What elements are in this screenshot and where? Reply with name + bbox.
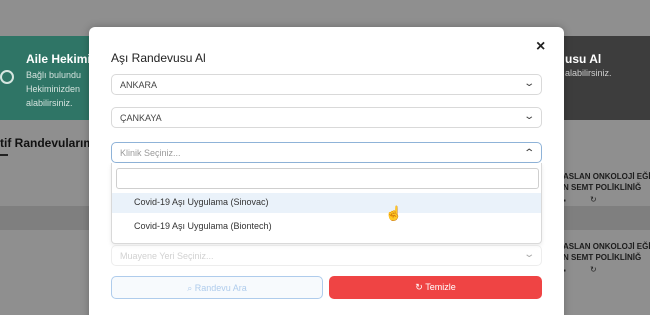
- row-2-hospital: ASLAN ONKOLOJİ EĞİTİ: [563, 242, 650, 251]
- clinic-select[interactable]: Klinik Seçiniz... ⌃: [111, 142, 542, 163]
- clinic-option-biontech[interactable]: Covid-19 Aşı Uygulama (Biontech): [112, 217, 541, 237]
- clear-button-label: Temizle: [425, 282, 456, 292]
- search-button-label: Randevu Ara: [194, 283, 247, 293]
- vaccine-appointment-modal: Aşı Randevusu Al × ANKARA ⌄ ÇANKAYA ⌄ Kl…: [89, 27, 564, 315]
- chevron-down-icon: ⌄: [522, 249, 535, 260]
- clinic-dropdown: Covid-19 Aşı Uygulama (Sinovac) Covid-19…: [111, 163, 542, 244]
- province-value: ANKARA: [120, 80, 158, 90]
- vaccine-card-text: alabilirsiniz.: [565, 68, 612, 78]
- modal-title: Aşı Randevusu Al: [111, 51, 206, 65]
- location-placeholder: Muayene Yeri Seçiniz...: [120, 251, 214, 261]
- search-icon: ⌕: [187, 283, 193, 293]
- chevron-up-icon: ⌃: [522, 148, 535, 159]
- district-value: ÇANKAYA: [120, 113, 162, 123]
- vaccine-card-title: usu Al: [565, 52, 602, 66]
- location-select[interactable]: Muayene Yeri Seçiniz... ⌄: [111, 245, 542, 266]
- doctor-icon: [0, 70, 14, 84]
- row-1-hospital: ASLAN ONKOLOJİ EĞİTİ: [563, 172, 650, 181]
- clinic-search-input[interactable]: [116, 168, 539, 189]
- family-doctor-text: Bağlı bulundu Hekiminizden alabilirsiniz…: [26, 70, 82, 108]
- pointer-cursor-icon: ☝: [385, 205, 403, 221]
- family-doctor-title: Aile Hekimi: [26, 52, 91, 66]
- row-2-icon: ↻: [590, 265, 597, 274]
- row-2-clinic: N SEMT POLİKLİNİĞ: [563, 253, 642, 262]
- province-select[interactable]: ANKARA ⌄: [111, 74, 542, 95]
- clinic-option-sinovac[interactable]: Covid-19 Aşı Uygulama (Sinovac): [112, 193, 541, 213]
- vaccine-appointment-card[interactable]: usu Al alabilirsiniz.: [563, 36, 650, 120]
- chevron-down-icon: ⌄: [522, 111, 535, 122]
- heading-underline: [0, 154, 8, 156]
- close-icon[interactable]: ×: [536, 38, 545, 56]
- clear-button[interactable]: ↻ Temizle: [329, 276, 542, 299]
- refresh-icon: ↻: [415, 282, 423, 292]
- row-1-icon: ↻: [590, 195, 597, 204]
- family-doctor-card[interactable]: Aile Hekimi Bağlı bulundu Hekiminizden a…: [0, 36, 92, 120]
- search-appointment-button[interactable]: ⌕ Randevu Ara: [111, 276, 323, 299]
- chevron-down-icon: ⌄: [522, 78, 535, 89]
- clinic-placeholder: Klinik Seçiniz...: [120, 148, 181, 158]
- active-appointments-heading: tif Randevularım: [0, 136, 95, 150]
- district-select[interactable]: ÇANKAYA ⌄: [111, 107, 542, 128]
- row-1-clinic: N SEMT POLİKLİNİĞ: [563, 183, 642, 192]
